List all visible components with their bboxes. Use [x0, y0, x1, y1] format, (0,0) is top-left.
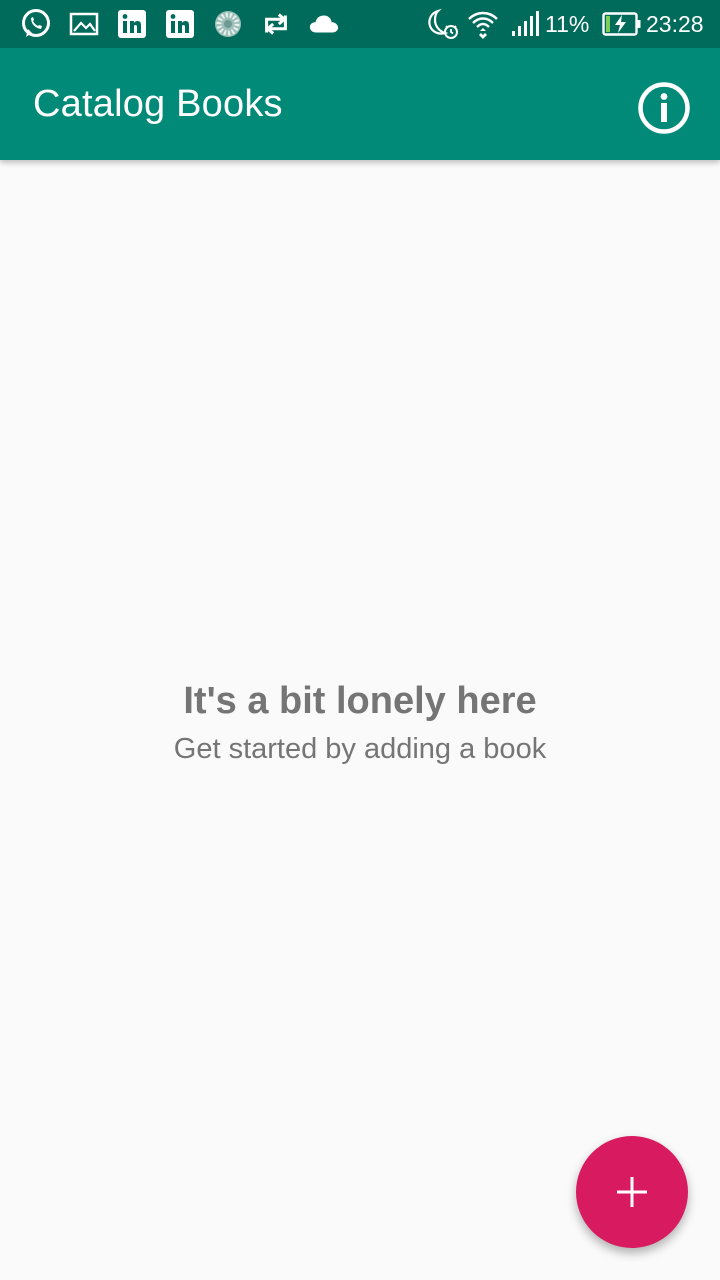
plus-icon — [617, 1177, 647, 1207]
battery-percent: 11% — [545, 11, 590, 37]
linkedin-icon — [164, 8, 196, 40]
battery-charging-icon — [601, 8, 643, 40]
signal-icon — [508, 8, 542, 40]
image-icon — [68, 8, 100, 40]
wifi-icon — [466, 8, 500, 40]
empty-state-subtitle: Get started by adding a book — [173, 733, 547, 765]
empty-state: It's a bit lonely here Get started by ad… — [0, 676, 720, 772]
info-icon — [638, 82, 690, 134]
whatsapp-icon — [20, 8, 52, 40]
empty-state-title: It's a bit lonely here — [183, 680, 537, 722]
linkedin-icon — [116, 8, 148, 40]
sync-progress-icon — [212, 8, 244, 40]
moon-alarm-icon — [424, 8, 462, 40]
app-title: Catalog Books — [33, 83, 283, 125]
repeat-icon — [260, 8, 292, 40]
info-button[interactable] — [632, 76, 696, 140]
app-bar: Catalog Books — [0, 48, 720, 160]
status-bar: 11% 23:28 — [0, 0, 720, 48]
screen: 11% 23:28 Catalog Books It's a bit lonel… — [0, 0, 720, 1280]
add-book-button[interactable] — [576, 1136, 688, 1248]
clock: 23:28 — [646, 11, 704, 37]
cloud-icon — [308, 8, 340, 40]
